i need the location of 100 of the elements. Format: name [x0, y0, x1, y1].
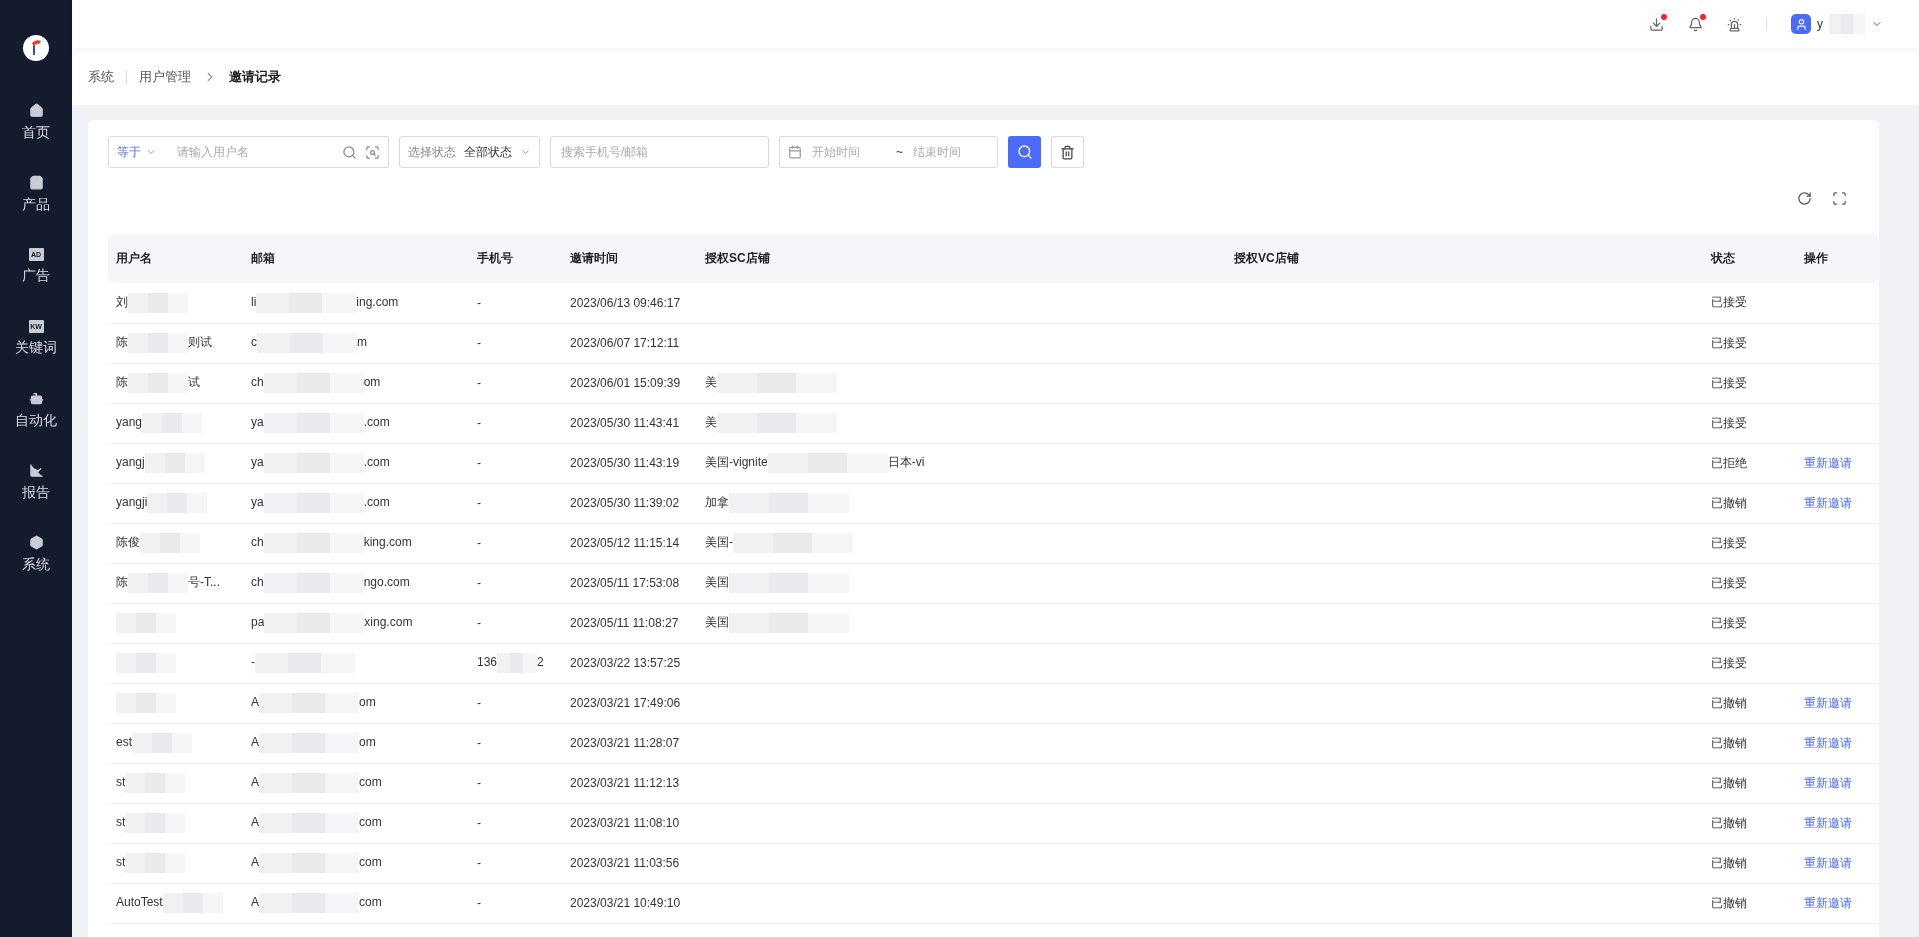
- email-text: .com: [363, 415, 390, 430]
- username-text: yangji: [116, 495, 148, 510]
- phone-text: 2: [537, 655, 544, 670]
- breadcrumb-item: 邀请记录: [229, 67, 281, 86]
- invite-time: 2023/06/07 17:12:11: [570, 336, 680, 350]
- user-name[interactable]: y: [1817, 17, 1823, 31]
- email-text: ch: [251, 375, 264, 390]
- username-text: est: [116, 735, 132, 750]
- phone-text: -: [477, 776, 481, 790]
- email-text: ya: [251, 495, 264, 510]
- column-header: 状态: [1703, 234, 1796, 283]
- invite-time: 2023/05/30 11:43:41: [570, 416, 680, 430]
- status-text: 已撤销: [1711, 895, 1747, 910]
- nav-item[interactable]: 产品: [0, 158, 72, 230]
- username-text: st: [116, 775, 126, 790]
- phone-text: -: [477, 736, 481, 750]
- invite-time: 2023/05/11 11:08:27: [570, 616, 679, 630]
- nav-item[interactable]: 首页: [0, 86, 72, 158]
- status-text: 已接受: [1711, 535, 1747, 550]
- invite-time: 2023/03/21 11:03:56: [570, 856, 680, 870]
- username-text: yangj: [116, 455, 145, 470]
- status-text: 已接受: [1711, 295, 1747, 310]
- username-text: 则试: [188, 335, 212, 350]
- phone-text: -: [477, 576, 481, 590]
- status-text: 已接受: [1711, 335, 1747, 350]
- username-text: 陈: [116, 335, 128, 350]
- invite-time: 2023/03/21 10:49:10: [570, 896, 681, 910]
- email-text: m: [357, 335, 367, 350]
- email-text: ya: [251, 455, 264, 470]
- username-text: st: [116, 815, 126, 830]
- nav-item[interactable]: 系统: [0, 518, 72, 590]
- email-text: ngo.com: [363, 575, 410, 590]
- phone-text: -: [477, 496, 481, 510]
- reinvite-link[interactable]: 重新邀请: [1804, 895, 1852, 910]
- reinvite-link[interactable]: 重新邀请: [1804, 855, 1852, 870]
- nav-item[interactable]: 自动化: [0, 374, 72, 446]
- username-text: AutoTest: [116, 895, 163, 910]
- reinvite-link[interactable]: 重新邀请: [1804, 455, 1852, 470]
- username-text: 刘: [116, 294, 128, 309]
- invite-time: 2023/05/30 11:43:19: [570, 456, 680, 470]
- email-text: com: [359, 815, 382, 830]
- column-header: 手机号: [469, 234, 562, 283]
- date-range-picker[interactable]: 开始时间 ~ 结束时间: [779, 136, 998, 168]
- range-separator: ~: [896, 145, 903, 159]
- sc-store-text: 日本-vi: [887, 455, 925, 470]
- phone-text: -: [477, 856, 481, 870]
- reinvite-link[interactable]: 重新邀请: [1804, 735, 1852, 750]
- email-text: pa: [251, 615, 265, 630]
- invite-time: 2023/03/21 11:28:07: [570, 736, 680, 750]
- username-search-field[interactable]: 等于 请输入用户名: [108, 136, 389, 168]
- sc-store-text: 美: [705, 375, 717, 390]
- status-text: 已接受: [1711, 575, 1747, 590]
- username-text: st: [116, 855, 126, 870]
- invite-time: 2023/05/12 11:15:14: [570, 536, 680, 550]
- phone-text: -: [477, 376, 481, 390]
- status-text: 已拒绝: [1711, 455, 1747, 470]
- breadcrumb-item[interactable]: 系统: [88, 67, 114, 86]
- reinvite-link[interactable]: 重新邀请: [1804, 695, 1852, 710]
- email-text: ing.com: [356, 294, 399, 309]
- contact-search-field[interactable]: 搜索手机号/邮箱: [550, 136, 769, 168]
- reinvite-link[interactable]: 重新邀请: [1804, 815, 1852, 830]
- column-header: 操作: [1796, 234, 1878, 283]
- column-header: 授权SC店铺: [697, 234, 1226, 283]
- status-text: 已撤销: [1711, 815, 1747, 830]
- invite-time: 2023/03/21 11:12:13: [570, 776, 680, 790]
- sc-store-text: 美: [705, 415, 717, 430]
- username-text: 号-T...: [188, 575, 220, 590]
- phone-text: -: [477, 536, 481, 550]
- email-text: .com: [363, 455, 390, 470]
- email-text: com: [359, 895, 382, 910]
- status-select[interactable]: 选择状态 全部状态: [399, 136, 540, 168]
- phone-text: -: [477, 295, 481, 310]
- column-header: 邀请时间: [562, 234, 697, 283]
- phone-text: -: [477, 896, 481, 910]
- breadcrumb-item[interactable]: 用户管理: [139, 67, 191, 86]
- username-text: yang: [116, 415, 143, 430]
- reinvite-link[interactable]: 重新邀请: [1804, 775, 1852, 790]
- email-text: king.com: [363, 535, 412, 550]
- email-text: .com: [363, 495, 390, 510]
- phone-text: -: [477, 336, 481, 350]
- email-text: ch: [251, 575, 264, 590]
- reinvite-link[interactable]: 重新邀请: [1804, 495, 1852, 510]
- column-header: 用户名: [108, 234, 243, 283]
- status-text: 已撤销: [1711, 695, 1747, 710]
- sc-store-text: 美国: [705, 575, 729, 590]
- username-text: 陈: [116, 575, 128, 590]
- email-text: om: [359, 735, 376, 750]
- email-text: A: [251, 775, 259, 790]
- email-text: om: [359, 695, 376, 710]
- invite-time: 2023/06/13 09:46:17: [570, 295, 681, 310]
- status-text: 已接受: [1711, 375, 1747, 390]
- email-text: c: [251, 335, 257, 350]
- match-mode-select[interactable]: 等于: [117, 143, 167, 161]
- column-header: 邮箱: [243, 234, 469, 283]
- email-text: om: [363, 375, 381, 390]
- sc-store-text: 加拿: [705, 495, 729, 510]
- email-text: com: [359, 855, 382, 870]
- invite-time: 2023/06/01 15:09:39: [570, 376, 681, 390]
- email-text: com: [359, 775, 382, 790]
- nav-item[interactable]: 报告: [0, 446, 72, 518]
